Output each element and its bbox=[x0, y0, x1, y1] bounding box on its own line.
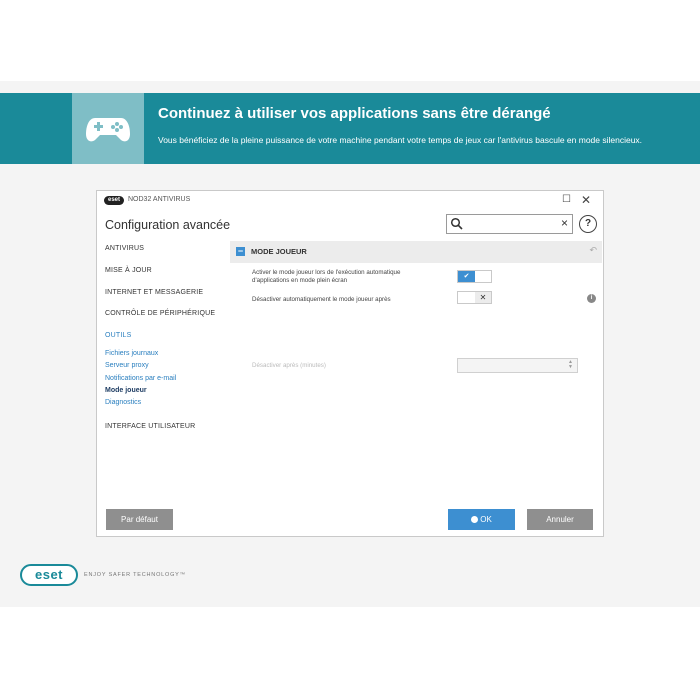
search-icon bbox=[450, 217, 463, 230]
page-title: Configuration avancée bbox=[105, 218, 231, 232]
close-icon[interactable]: ✕ bbox=[581, 193, 591, 207]
info-icon[interactable]: i bbox=[587, 294, 596, 303]
section-title: MODE JOUEUR bbox=[251, 247, 307, 256]
minutes-spinner[interactable]: ▲ ▼ bbox=[457, 358, 578, 373]
page: Continuez à utiliser vos applications sa… bbox=[0, 0, 700, 700]
advanced-setup-window: eset NOD32 ANTIVIRUS ☐ ✕ Configuration a… bbox=[96, 190, 604, 537]
default-button[interactable]: Par défaut bbox=[106, 509, 173, 530]
ok-button-label: OK bbox=[480, 515, 492, 524]
search-box: × bbox=[446, 214, 573, 234]
sidebar-item-web-email[interactable]: INTERNET ET MESSAGERIE bbox=[105, 289, 203, 296]
banner-title: Continuez à utiliser vos applications sa… bbox=[158, 105, 551, 122]
option-label-line-2: d'applications en mode plein écran bbox=[252, 277, 348, 284]
sidebar-subitem-gamer-mode[interactable]: Mode joueur bbox=[105, 387, 147, 394]
clear-search-icon[interactable]: × bbox=[561, 216, 568, 230]
toggle-off-half bbox=[475, 271, 491, 282]
gamepad-icon-box bbox=[72, 93, 144, 164]
section-header: − MODE JOUEUR ↶ bbox=[230, 241, 602, 263]
option-enable-gamer-mode-label: Activer le mode joueur lors de l'exécuti… bbox=[252, 269, 400, 285]
option-disable-after-minutes-label: Désactiver après (minutes) bbox=[252, 362, 326, 369]
maximize-icon[interactable]: ☐ bbox=[562, 194, 571, 205]
collapse-icon[interactable]: − bbox=[236, 247, 245, 256]
window-titlebar: eset NOD32 ANTIVIRUS ☐ ✕ bbox=[97, 191, 603, 211]
sidebar-item-tools[interactable]: OUTILS bbox=[105, 332, 131, 339]
help-icon[interactable]: ? bbox=[579, 215, 597, 233]
toggle-on-half bbox=[458, 292, 475, 303]
app-name: NOD32 ANTIVIRUS bbox=[128, 196, 191, 203]
sidebar-item-user-interface[interactable]: INTERFACE UTILISATEUR bbox=[105, 423, 195, 430]
sidebar-item-antivirus[interactable]: ANTIVIRUS bbox=[105, 245, 144, 252]
cancel-button[interactable]: Annuler bbox=[527, 509, 593, 530]
option-label-line-1: Activer le mode joueur lors de l'exécuti… bbox=[252, 269, 401, 276]
promo-banner: Continuez à utiliser vos applications sa… bbox=[0, 93, 700, 164]
eset-logo: eset bbox=[20, 564, 78, 586]
spinner-arrows-icon: ▲ ▼ bbox=[568, 359, 573, 370]
ok-button[interactable]: OK bbox=[448, 509, 515, 530]
sidebar-item-update[interactable]: MISE À JOUR bbox=[105, 267, 152, 274]
search-input[interactable] bbox=[465, 217, 557, 231]
shield-icon bbox=[471, 516, 479, 523]
revert-icon[interactable]: ↶ bbox=[589, 245, 597, 256]
sidebar-subitem-diagnostics[interactable]: Diagnostics bbox=[105, 399, 141, 406]
sidebar-subitem-email-notifications[interactable]: Notifications par e-mail bbox=[105, 375, 176, 382]
check-icon: ✔ bbox=[458, 271, 475, 282]
auto-disable-toggle[interactable]: ✕ bbox=[457, 291, 492, 304]
sidebar-item-device-control[interactable]: CONTRÔLE DE PÉRIPHÉRIQUE bbox=[105, 310, 215, 317]
enable-gamer-mode-toggle[interactable]: ✔ bbox=[457, 270, 492, 283]
banner-subtitle: Vous bénéficiez de la pleine puissance d… bbox=[158, 135, 643, 145]
x-icon: ✕ bbox=[475, 292, 491, 303]
settings-content: − MODE JOUEUR ↶ Activer le mode joueur l… bbox=[230, 241, 604, 491]
gamepad-icon bbox=[86, 117, 130, 141]
footer-tagline: ENJOY SAFER TECHNOLOGY™ bbox=[84, 572, 186, 578]
eset-mini-logo: eset bbox=[104, 196, 124, 205]
sidebar-subitem-proxy-server[interactable]: Serveur proxy bbox=[105, 362, 149, 369]
option-auto-disable-label: Désactiver automatiquement le mode joueu… bbox=[252, 296, 391, 303]
sidebar-subitem-log-files[interactable]: Fichiers journaux bbox=[105, 350, 158, 357]
